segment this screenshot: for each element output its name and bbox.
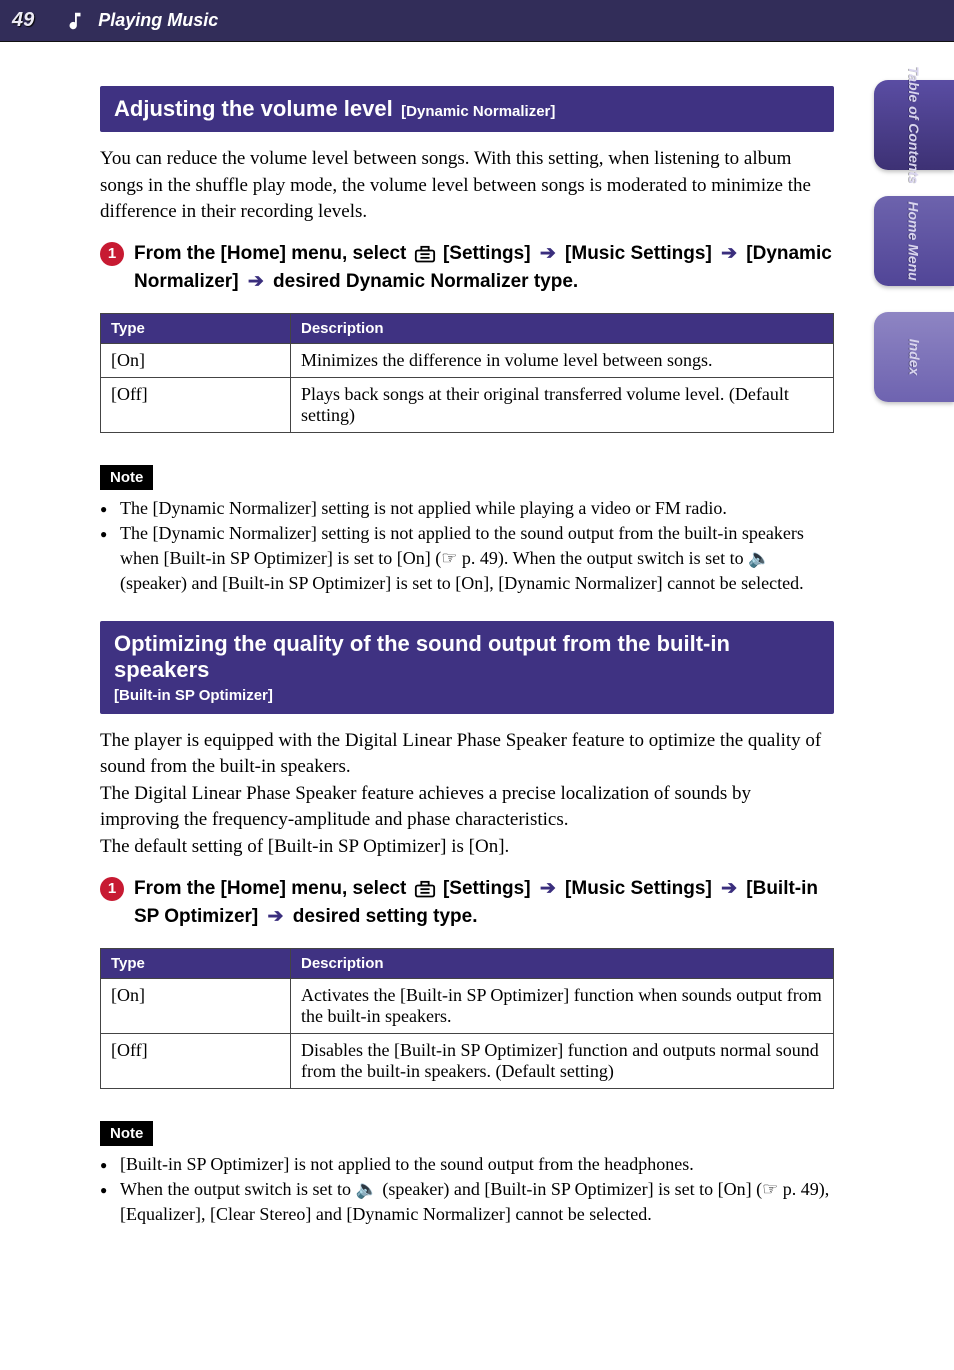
intro-text: The player is equipped with the Digital … xyxy=(100,728,834,861)
section-bar-sp-optimizer: Optimizing the quality of the sound outp… xyxy=(100,621,834,714)
settings-table: Type Description [On] Minimizes the diff… xyxy=(100,313,834,433)
tab-home-menu[interactable]: Home Menu xyxy=(874,196,954,286)
intro-text: You can reduce the volume level between … xyxy=(100,146,834,226)
table-row: [On] Minimizes the difference in volume … xyxy=(101,343,834,377)
table-header-row: Type Description xyxy=(101,313,834,343)
step-seg: [Music Settings] xyxy=(565,878,717,899)
note-item: The [Dynamic Normalizer] setting is not … xyxy=(100,496,834,521)
step-seg: desired setting type. xyxy=(293,906,478,927)
col-description: Description xyxy=(291,948,834,978)
step-line: 1 From the [Home] menu, select [Settings… xyxy=(100,875,834,932)
page-content: Adjusting the volume level [Dynamic Norm… xyxy=(0,42,834,1291)
page-header: 49 Playing Music xyxy=(0,0,954,42)
page-number: 49 xyxy=(12,9,34,32)
col-description: Description xyxy=(291,313,834,343)
tab-index[interactable]: Index xyxy=(874,312,954,402)
table-row: [On] Activates the [Built-in SP Optimize… xyxy=(101,978,834,1033)
settings-case-icon xyxy=(414,879,436,897)
arrow-icon: ➔ xyxy=(540,878,556,899)
cell-description: Plays back songs at their original trans… xyxy=(291,377,834,432)
tab-label: Index xyxy=(906,339,922,376)
table-row: [Off] Disables the [Built-in SP Optimize… xyxy=(101,1033,834,1088)
note-list: [Built-in SP Optimizer] is not applied t… xyxy=(100,1152,834,1228)
cell-description: Minimizes the difference in volume level… xyxy=(291,343,834,377)
step-seg: [Settings] xyxy=(443,878,536,899)
note-list: The [Dynamic Normalizer] setting is not … xyxy=(100,496,834,597)
cell-type: [On] xyxy=(101,343,291,377)
settings-table: Type Description [On] Activates the [Bui… xyxy=(100,948,834,1089)
note-label: Note xyxy=(100,465,153,490)
step-seg: [Music Settings] xyxy=(565,243,717,264)
section-bar-sub: [Built-in SP Optimizer] xyxy=(114,687,820,704)
tab-table-of-contents[interactable]: Table of Contents xyxy=(874,80,954,170)
step-seg: [Settings] xyxy=(443,243,536,264)
step-number-badge: 1 xyxy=(100,242,124,266)
section-bar-title: Optimizing the quality of the sound outp… xyxy=(114,631,730,682)
arrow-icon: ➔ xyxy=(721,878,737,899)
tab-label: Home Menu xyxy=(906,201,922,280)
col-type: Type xyxy=(101,948,291,978)
header-section-title: Playing Music xyxy=(98,10,218,31)
cell-description: Activates the [Built-in SP Optimizer] fu… xyxy=(291,978,834,1033)
step-line: 1 From the [Home] menu, select [Settings… xyxy=(100,240,834,297)
section-bar-dynamic-normalizer: Adjusting the volume level [Dynamic Norm… xyxy=(100,86,834,132)
arrow-icon: ➔ xyxy=(540,243,556,264)
step-seg: From the [Home] menu, select xyxy=(134,243,412,264)
step-seg: From the [Home] menu, select xyxy=(134,878,412,899)
cell-type: [On] xyxy=(101,978,291,1033)
step-seg: desired Dynamic Normalizer type. xyxy=(273,271,578,292)
step-instruction: From the [Home] menu, select [Settings] … xyxy=(134,875,834,932)
section-bar-title: Adjusting the volume level xyxy=(114,96,393,121)
table-row: [Off] Plays back songs at their original… xyxy=(101,377,834,432)
table-header-row: Type Description xyxy=(101,948,834,978)
step-instruction: From the [Home] menu, select [Settings] … xyxy=(134,240,834,297)
note-item: [Built-in SP Optimizer] is not applied t… xyxy=(100,1152,834,1177)
cell-description: Disables the [Built-in SP Optimizer] fun… xyxy=(291,1033,834,1088)
cell-type: [Off] xyxy=(101,377,291,432)
note-label: Note xyxy=(100,1121,153,1146)
arrow-icon: ➔ xyxy=(268,906,284,927)
arrow-icon: ➔ xyxy=(721,243,737,264)
col-type: Type xyxy=(101,313,291,343)
note-item: When the output switch is set to 🔈 (spea… xyxy=(100,1177,834,1227)
cell-type: [Off] xyxy=(101,1033,291,1088)
section-bar-sub: [Dynamic Normalizer] xyxy=(401,103,555,120)
settings-case-icon xyxy=(414,245,436,263)
step-number-badge: 1 xyxy=(100,877,124,901)
tab-label: Table of Contents xyxy=(906,66,922,184)
music-note-icon xyxy=(64,10,86,32)
note-item: The [Dynamic Normalizer] setting is not … xyxy=(100,521,834,597)
arrow-icon: ➔ xyxy=(248,271,264,292)
side-tabs: Table of Contents Home Menu Index xyxy=(874,80,954,428)
